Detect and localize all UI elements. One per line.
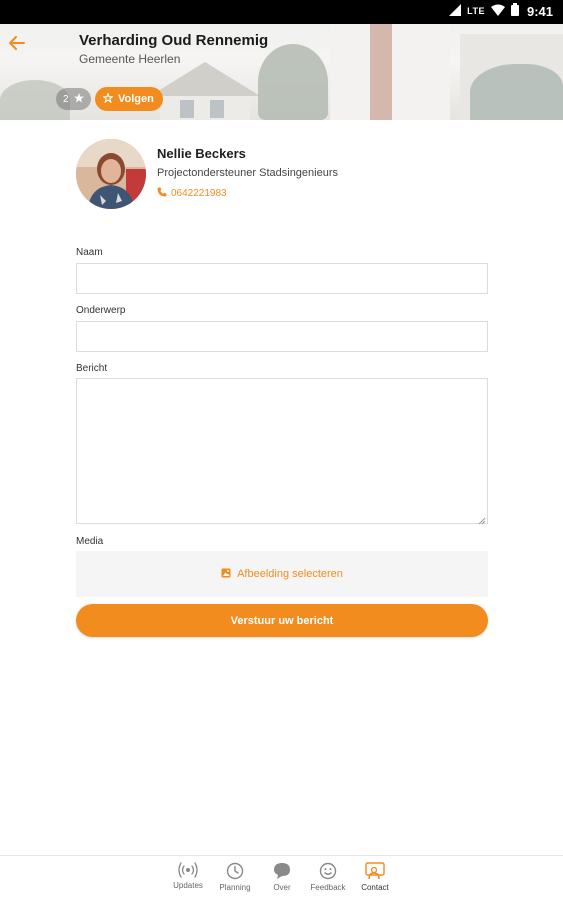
send-message-button[interactable]: Verstuur uw bericht — [76, 604, 488, 637]
wifi-icon — [490, 4, 505, 19]
back-button[interactable] — [6, 34, 28, 56]
battery-icon — [510, 3, 519, 19]
nav-item-planning[interactable]: Planning — [213, 862, 257, 898]
contact-name: Nellie Beckers — [157, 146, 246, 161]
contact-icon — [365, 862, 385, 880]
status-bar: LTE 9:41 — [0, 0, 563, 24]
nav-label-over: Over — [273, 883, 291, 892]
follower-count: 2 — [63, 93, 69, 105]
clock: 9:41 — [526, 3, 553, 19]
nav-label-planning: Planning — [219, 883, 251, 892]
chat-bubble-icon — [273, 862, 291, 880]
select-image-button[interactable]: Afbeelding selecteren — [76, 551, 488, 597]
star-icon — [73, 92, 84, 106]
contact-phone-link[interactable]: 0642221983 — [157, 187, 227, 200]
star-outline-icon — [101, 91, 115, 106]
nav-item-updates[interactable]: Updates — [166, 862, 210, 898]
page-subtitle: Gemeente Heerlen — [79, 52, 181, 66]
nav-item-contact[interactable]: Contact — [353, 862, 397, 898]
nav-label-feedback: Feedback — [310, 883, 346, 892]
follow-label: Volgen — [118, 93, 154, 105]
bottom-navigation: Updates Planning Over Feedback Contact — [0, 855, 563, 900]
phone-icon — [157, 187, 167, 200]
contact-role: Projectondersteuner Stadsingenieurs — [157, 167, 339, 179]
image-icon — [221, 565, 231, 583]
broadcast-icon — [178, 862, 198, 878]
follow-button[interactable]: Volgen — [95, 87, 163, 111]
media-label: Media — [76, 536, 104, 547]
avatar — [76, 139, 146, 209]
arrow-left-icon — [9, 35, 25, 55]
nav-label-updates: Updates — [173, 881, 203, 890]
subject-label: Onderwerp — [76, 305, 126, 316]
contact-phone: 0642221983 — [171, 188, 227, 199]
project-header: Verharding Oud Rennemig Gemeente Heerlen… — [0, 24, 563, 120]
name-label: Naam — [76, 247, 103, 258]
select-image-label: Afbeelding selecteren — [237, 568, 343, 580]
page-title: Verharding Oud Rennemig — [79, 32, 269, 49]
nav-item-over[interactable]: Over — [260, 862, 304, 898]
status-icons: LTE 9:41 — [449, 3, 553, 19]
nav-label-contact: Contact — [361, 883, 389, 892]
follower-count-badge: 2 — [56, 88, 91, 110]
clock-icon — [226, 862, 244, 880]
signal-icon — [449, 3, 462, 19]
nav-item-feedback[interactable]: Feedback — [306, 862, 350, 898]
name-field[interactable] — [76, 263, 488, 294]
message-field[interactable] — [76, 378, 488, 524]
network-type: LTE — [467, 6, 485, 16]
subject-field[interactable] — [76, 321, 488, 352]
smiley-icon — [319, 862, 337, 880]
resize-handle-icon[interactable] — [478, 512, 486, 525]
message-label: Bericht — [76, 363, 108, 374]
